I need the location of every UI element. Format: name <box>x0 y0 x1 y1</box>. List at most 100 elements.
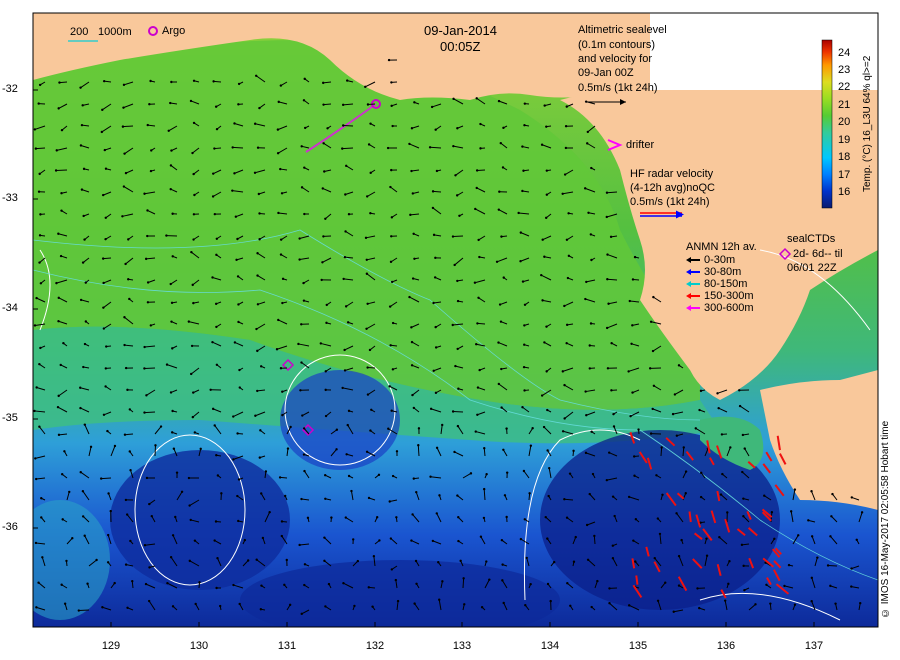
velocity-arrow-head <box>298 258 301 261</box>
velocity-arrow-head <box>236 275 240 278</box>
velocity-arrow-head <box>237 320 240 324</box>
velocity-arrow-head <box>343 255 347 259</box>
velocity-arrow-head <box>260 492 263 495</box>
velocity-arrow-head <box>214 520 218 523</box>
colorbar <box>821 39 833 209</box>
velocity-arrow-head <box>102 327 106 330</box>
velocity-arrow-head <box>563 304 566 308</box>
velocity-arrow-head <box>612 425 616 428</box>
velocity-arrow-head <box>79 86 82 89</box>
velocity-arrow-head <box>303 469 306 473</box>
velocity-arrow-head <box>485 472 488 476</box>
velocity-arrow-head <box>412 477 415 480</box>
velocity-arrow-head <box>434 346 438 349</box>
velocity-arrow-head <box>474 430 477 433</box>
hf-radar-arrow <box>688 511 692 523</box>
velocity-arrow-head <box>672 610 675 613</box>
velocity-arrow-head <box>540 143 544 146</box>
anmn-row-2: 30-80m <box>704 266 742 278</box>
velocity-arrow-head <box>259 608 263 611</box>
velocity-arrow-head <box>366 366 369 369</box>
velocity-arrow-head <box>352 538 355 541</box>
y-tick-label: -33 <box>2 192 18 204</box>
velocity-arrow-head <box>456 494 459 497</box>
velocity-arrow-head <box>68 490 71 494</box>
velocity-arrow-head <box>350 489 353 493</box>
velocity-arrow-head <box>281 301 284 305</box>
velocity-arrow-head <box>171 409 174 413</box>
velocity-arrow-head <box>256 349 259 353</box>
velocity-arrow-head <box>149 79 152 83</box>
velocity-arrow-head <box>171 212 174 215</box>
velocity-arrow-head <box>549 599 552 603</box>
x-tick-label: 135 <box>628 640 648 652</box>
velocity-arrow-head <box>121 125 125 128</box>
velocity-arrow-head <box>632 539 635 542</box>
velocity-arrow-head <box>148 566 151 569</box>
velocity-arrow-head <box>83 238 86 241</box>
velocity-arrow-head <box>192 238 195 241</box>
velocity-arrow-head <box>238 386 241 389</box>
velocity-arrow-head <box>727 582 730 586</box>
velocity-arrow-head <box>830 515 833 518</box>
velocity-arrow-head <box>628 299 631 303</box>
velocity-arrow-head <box>34 457 37 460</box>
velocity-arrow-head <box>169 164 173 167</box>
velocity-arrow-head <box>522 169 525 172</box>
velocity-arrow-head <box>324 217 327 220</box>
velocity-arrow-head <box>631 278 635 281</box>
velocity-arrow-head <box>456 424 460 428</box>
velocity-arrow-head <box>501 579 504 582</box>
velocity-arrow-head <box>453 450 456 454</box>
velocity-arrow-head <box>521 406 524 409</box>
y-tick-label: -32 <box>2 83 18 95</box>
velocity-arrow-head <box>143 544 147 547</box>
velocity-arrow-head <box>253 122 257 125</box>
velocity-arrow-head <box>605 215 608 219</box>
velocity-arrow-head <box>258 212 261 215</box>
velocity-arrow-head <box>498 303 502 306</box>
velocity-arrow-head <box>473 281 477 284</box>
velocity-arrow-head <box>522 365 526 369</box>
velocity-arrow-head <box>102 306 105 309</box>
velocity-arrow-head <box>34 541 38 545</box>
velocity-arrow-head <box>475 97 478 100</box>
velocity-arrow-head <box>171 534 175 537</box>
velocity-arrow-head <box>497 208 501 211</box>
velocity-arrow-head <box>143 367 146 370</box>
velocity-arrow-head <box>77 609 80 612</box>
velocity-arrow-head <box>411 393 414 397</box>
velocity-arrow-head <box>193 539 197 542</box>
velocity-arrow-head <box>479 122 482 126</box>
velocity-arrow-head <box>302 99 306 102</box>
velocity-arrow-head <box>324 497 327 500</box>
velocity-arrow-head <box>38 425 41 428</box>
velocity-arrow-head <box>300 361 303 364</box>
velocity-arrow-head <box>586 130 590 134</box>
velocity-arrow-head <box>366 393 370 396</box>
velocity-arrow-head <box>84 320 88 323</box>
velocity-arrow-head <box>572 560 576 563</box>
velocity-arrow-head <box>366 103 370 106</box>
velocity-arrow-head <box>438 598 441 601</box>
velocity-arrow-head <box>432 301 435 305</box>
velocity-arrow-head <box>279 253 283 256</box>
velocity-arrow-head <box>300 497 303 501</box>
velocity-arrow-head <box>498 190 501 193</box>
velocity-arrow-head <box>146 234 149 238</box>
velocity-arrow-head <box>298 543 301 547</box>
velocity-arrow-head <box>428 146 432 149</box>
velocity-arrow-head <box>565 105 568 108</box>
velocity-arrow-head <box>523 343 526 346</box>
velocity-arrow-head <box>574 535 577 539</box>
anmn-row-5: 300-600m <box>704 302 754 314</box>
velocity-arrow-head <box>388 385 391 388</box>
velocity-arrow-head <box>451 235 455 238</box>
velocity-arrow-head <box>323 170 326 173</box>
velocity-arrow-head <box>256 146 260 149</box>
velocity-arrow-head <box>106 533 110 537</box>
velocity-arrow-head <box>39 213 42 216</box>
velocity-arrow-head <box>170 149 173 152</box>
velocity-arrow-head <box>505 427 508 430</box>
velocity-arrow-head <box>698 408 701 412</box>
